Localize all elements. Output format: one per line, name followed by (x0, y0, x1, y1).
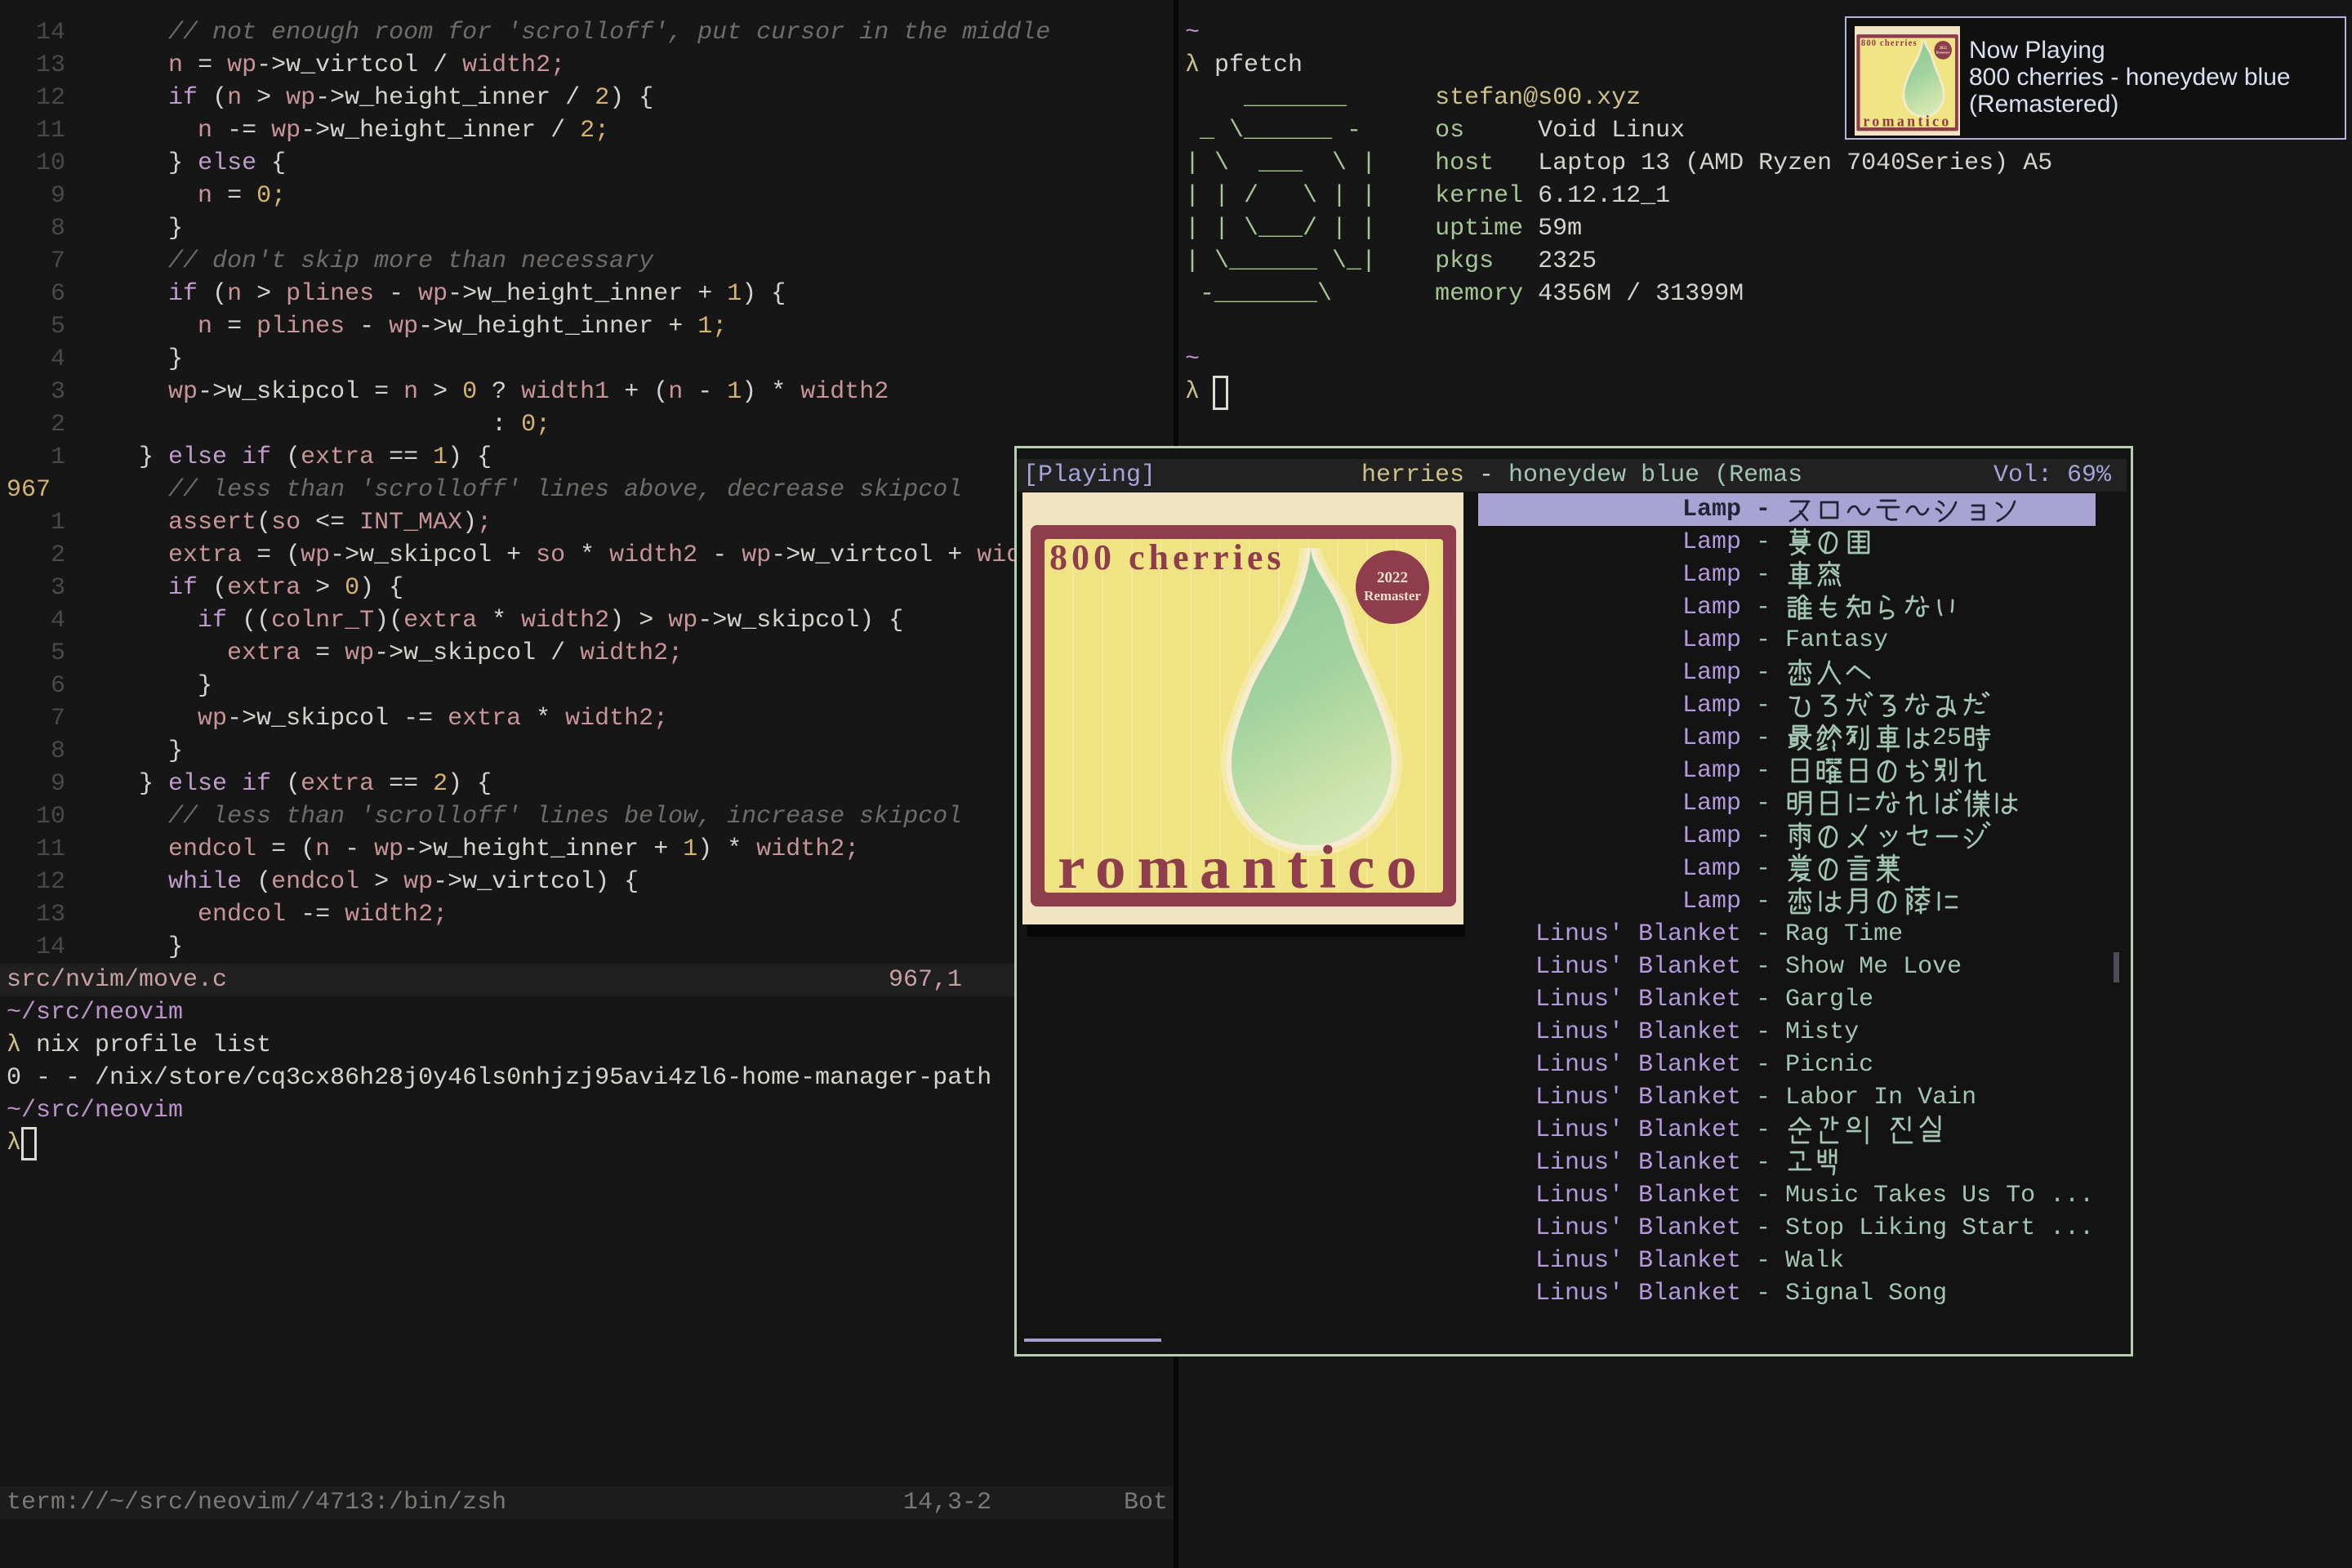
svg-text:2022: 2022 (1377, 569, 1408, 586)
svg-text:romantico: romantico (1058, 834, 1428, 902)
svg-text:800 cherries: 800 cherries (1049, 537, 1285, 577)
svg-text:romantico: romantico (1863, 113, 1951, 130)
svg-text:Remaster: Remaster (1936, 50, 1950, 54)
svg-text:Remaster: Remaster (1364, 588, 1421, 604)
svg-text:800 cherries: 800 cherries (1861, 38, 1918, 48)
